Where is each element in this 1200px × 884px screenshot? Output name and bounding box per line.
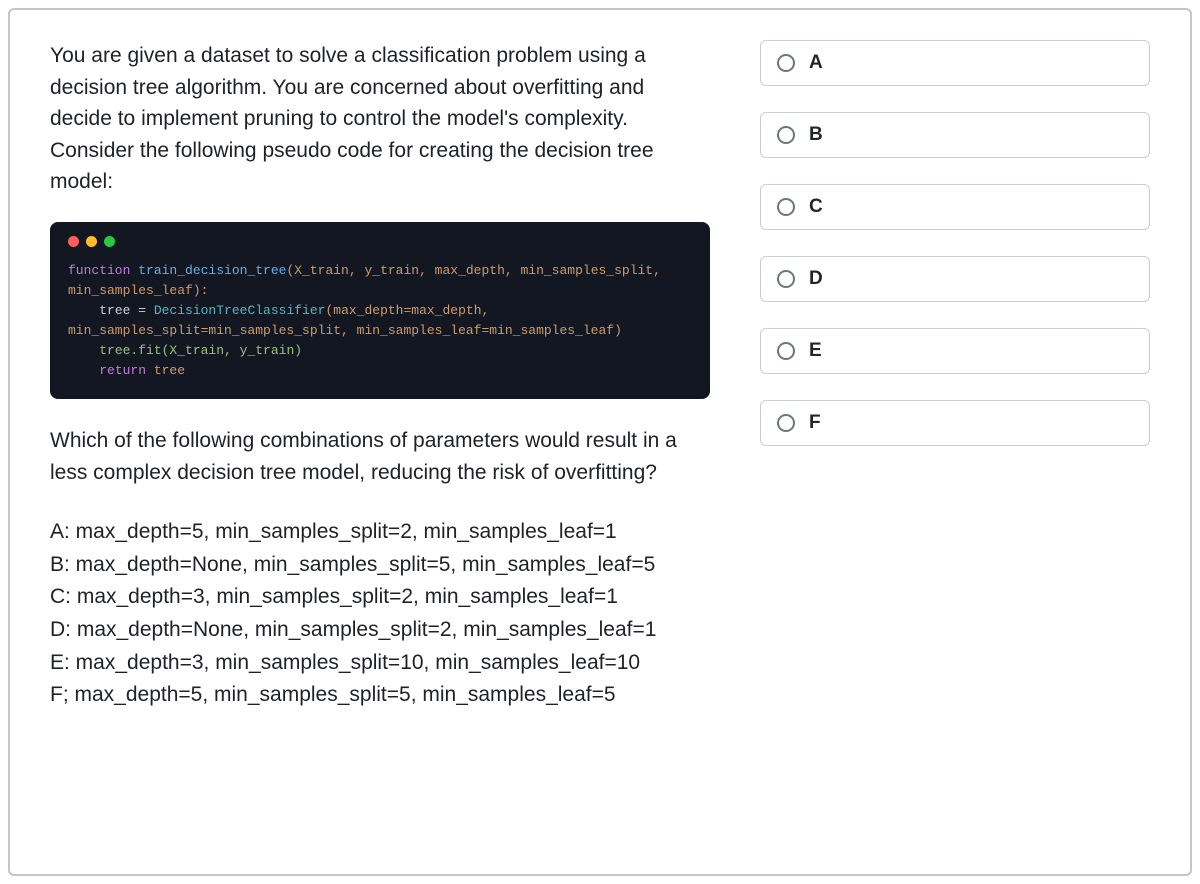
option-text-c: C: max_depth=3, min_samples_split=2, min… (50, 581, 710, 614)
option-text-e: E: max_depth=3, min_samples_split=10, mi… (50, 647, 710, 680)
option-text-b: B: max_depth=None, min_samples_split=5, … (50, 549, 710, 582)
quiz-frame: You are given a dataset to solve a class… (8, 8, 1192, 876)
answer-label: B (809, 124, 823, 146)
question-column: You are given a dataset to solve a class… (50, 40, 710, 844)
answer-option-b[interactable]: B (760, 112, 1150, 158)
radio-icon (777, 54, 795, 72)
answer-option-a[interactable]: A (760, 40, 1150, 86)
answer-label: D (809, 268, 823, 290)
answer-options-text: A: max_depth=5, min_samples_split=2, min… (50, 516, 710, 711)
code-window-dots (68, 236, 692, 247)
code-line-2: tree = DecisionTreeClassifier(max_depth=… (68, 301, 692, 341)
answer-label: A (809, 52, 823, 74)
answer-label: F (809, 412, 821, 434)
window-dot-green (104, 236, 115, 247)
option-text-a: A: max_depth=5, min_samples_split=2, min… (50, 516, 710, 549)
radio-icon (777, 126, 795, 144)
code-line-3: tree.fit(X_train, y_train) (68, 341, 692, 361)
question-follow-text: Which of the following combinations of p… (50, 425, 710, 488)
code-block: function train_decision_tree(X_train, y_… (50, 222, 710, 400)
answer-option-e[interactable]: E (760, 328, 1150, 374)
code-line-4: return tree (68, 361, 692, 381)
radio-icon (777, 414, 795, 432)
radio-icon (777, 198, 795, 216)
question-intro-text: You are given a dataset to solve a class… (50, 40, 710, 198)
answer-option-f[interactable]: F (760, 400, 1150, 446)
window-dot-red (68, 236, 79, 247)
code-line-1: function train_decision_tree(X_train, y_… (68, 261, 692, 301)
answer-buttons-column: A B C D E F (760, 40, 1150, 844)
radio-icon (777, 342, 795, 360)
window-dot-yellow (86, 236, 97, 247)
answer-label: E (809, 340, 822, 362)
option-text-d: D: max_depth=None, min_samples_split=2, … (50, 614, 710, 647)
radio-icon (777, 270, 795, 288)
answer-option-c[interactable]: C (760, 184, 1150, 230)
answer-label: C (809, 196, 823, 218)
answer-option-d[interactable]: D (760, 256, 1150, 302)
option-text-f: F; max_depth=5, min_samples_split=5, min… (50, 679, 710, 712)
